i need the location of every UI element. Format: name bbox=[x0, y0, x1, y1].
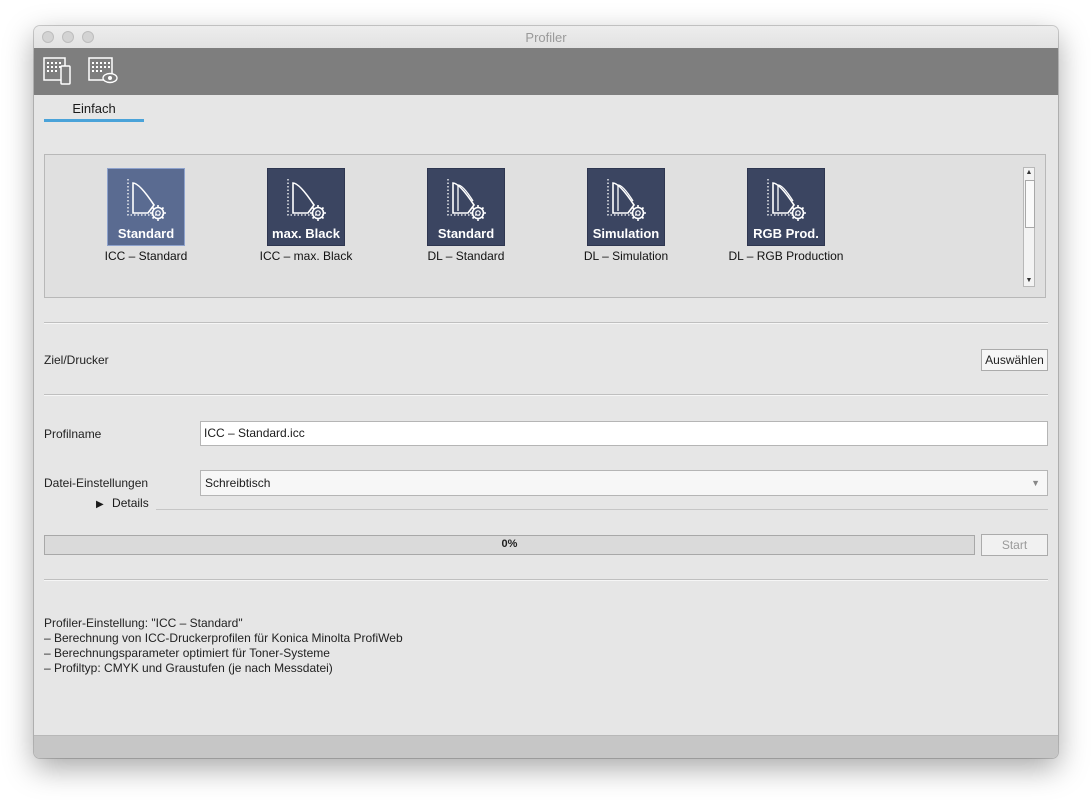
profile-badge: RGB Prod. bbox=[753, 226, 819, 241]
info-line: – Berechnungsparameter optimiert für Ton… bbox=[44, 646, 330, 660]
profile-tile: Standard bbox=[427, 168, 505, 246]
progress-text: 0% bbox=[501, 538, 518, 550]
divider bbox=[44, 322, 1048, 324]
title-bar: Profiler bbox=[34, 26, 1058, 49]
start-button[interactable]: Start bbox=[981, 534, 1048, 556]
details-divider bbox=[156, 509, 1048, 510]
profile-name-label: Profilname bbox=[44, 427, 102, 441]
disclosure-triangle-icon: ▶ bbox=[96, 499, 104, 510]
gamut-gear-icon bbox=[127, 179, 166, 221]
profile-item-icc-standard[interactable]: Standard ICC – Standard bbox=[71, 168, 221, 278]
gamut-gear-icon bbox=[447, 179, 486, 221]
grid-eye-icon bbox=[88, 57, 118, 84]
divider bbox=[44, 579, 1048, 581]
gallery-scrollbar[interactable]: ▲ ▼ bbox=[1023, 167, 1035, 287]
profile-badge: Standard bbox=[437, 226, 495, 241]
profile-gallery: Standard ICC – Standard max. Black ICC –… bbox=[44, 154, 1046, 298]
gamut-gear-icon bbox=[767, 179, 806, 221]
toolbar bbox=[34, 48, 1058, 95]
profile-tile: Simulation bbox=[587, 168, 665, 246]
details-disclosure[interactable]: ▶ Details bbox=[96, 496, 149, 510]
info-line: – Berechnung von ICC-Druckerprofilen für… bbox=[44, 631, 403, 645]
gamut-gear-icon bbox=[607, 179, 646, 221]
progress-bar: 0% bbox=[44, 535, 975, 555]
profile-name: ICC – Standard bbox=[104, 249, 188, 263]
select-target-button[interactable]: Auswählen bbox=[981, 349, 1048, 371]
info-line: – Profiltyp: CMYK und Graustufen (je nac… bbox=[44, 661, 333, 675]
file-settings-select[interactable]: Schreibtisch ▼ bbox=[200, 470, 1048, 496]
file-settings-value: Schreibtisch bbox=[205, 476, 271, 490]
profile-badge: Standard bbox=[117, 226, 175, 241]
grid-device-button[interactable] bbox=[43, 56, 73, 86]
file-settings-label: Datei-Einstellungen bbox=[44, 476, 149, 490]
profile-item-icc-max-black[interactable]: max. Black ICC – max. Black bbox=[231, 168, 381, 278]
profile-name-input[interactable]: ICC – Standard.icc bbox=[200, 421, 1048, 446]
chevron-down-icon: ▼ bbox=[1031, 478, 1040, 488]
divider bbox=[44, 394, 1048, 396]
target-printer-label: Ziel/Drucker bbox=[44, 353, 109, 367]
tab-bar: Einfach bbox=[34, 95, 1058, 155]
scroll-down-arrow-icon[interactable]: ▼ bbox=[1025, 276, 1033, 286]
profile-badge: max. Black bbox=[272, 226, 340, 241]
scroll-thumb[interactable] bbox=[1025, 180, 1035, 228]
profile-name: DL – RGB Production bbox=[728, 249, 844, 263]
profiler-window: Profiler Einfach Standard ICC – Standard… bbox=[34, 26, 1058, 758]
profile-info-text: Profiler-Einstellung: "ICC – Standard" –… bbox=[44, 616, 403, 676]
profile-badge: Simulation bbox=[592, 226, 660, 241]
active-tab-indicator bbox=[44, 119, 144, 122]
profile-tile: RGB Prod. bbox=[747, 168, 825, 246]
gamut-gear-icon bbox=[287, 179, 326, 221]
scroll-up-arrow-icon[interactable]: ▲ bbox=[1025, 168, 1033, 178]
profile-name: ICC – max. Black bbox=[259, 249, 353, 263]
info-line: Profiler-Einstellung: "ICC – Standard" bbox=[44, 616, 243, 630]
grid-device-icon bbox=[43, 57, 71, 85]
profile-name: DL – Simulation bbox=[583, 249, 669, 263]
status-bar bbox=[34, 735, 1058, 758]
profile-item-dl-standard[interactable]: Standard DL – Standard bbox=[391, 168, 541, 278]
profile-tile: Standard bbox=[107, 168, 185, 246]
profile-name: DL – Standard bbox=[427, 249, 505, 263]
details-label: Details bbox=[112, 496, 149, 510]
grid-eye-button[interactable] bbox=[88, 56, 118, 86]
profile-item-dl-simulation[interactable]: Simulation DL – Simulation bbox=[551, 168, 701, 278]
profile-tile: max. Black bbox=[267, 168, 345, 246]
window-title: Profiler bbox=[525, 30, 567, 45]
profile-item-dl-rgb-production[interactable]: RGB Prod. DL – RGB Production bbox=[711, 168, 861, 278]
